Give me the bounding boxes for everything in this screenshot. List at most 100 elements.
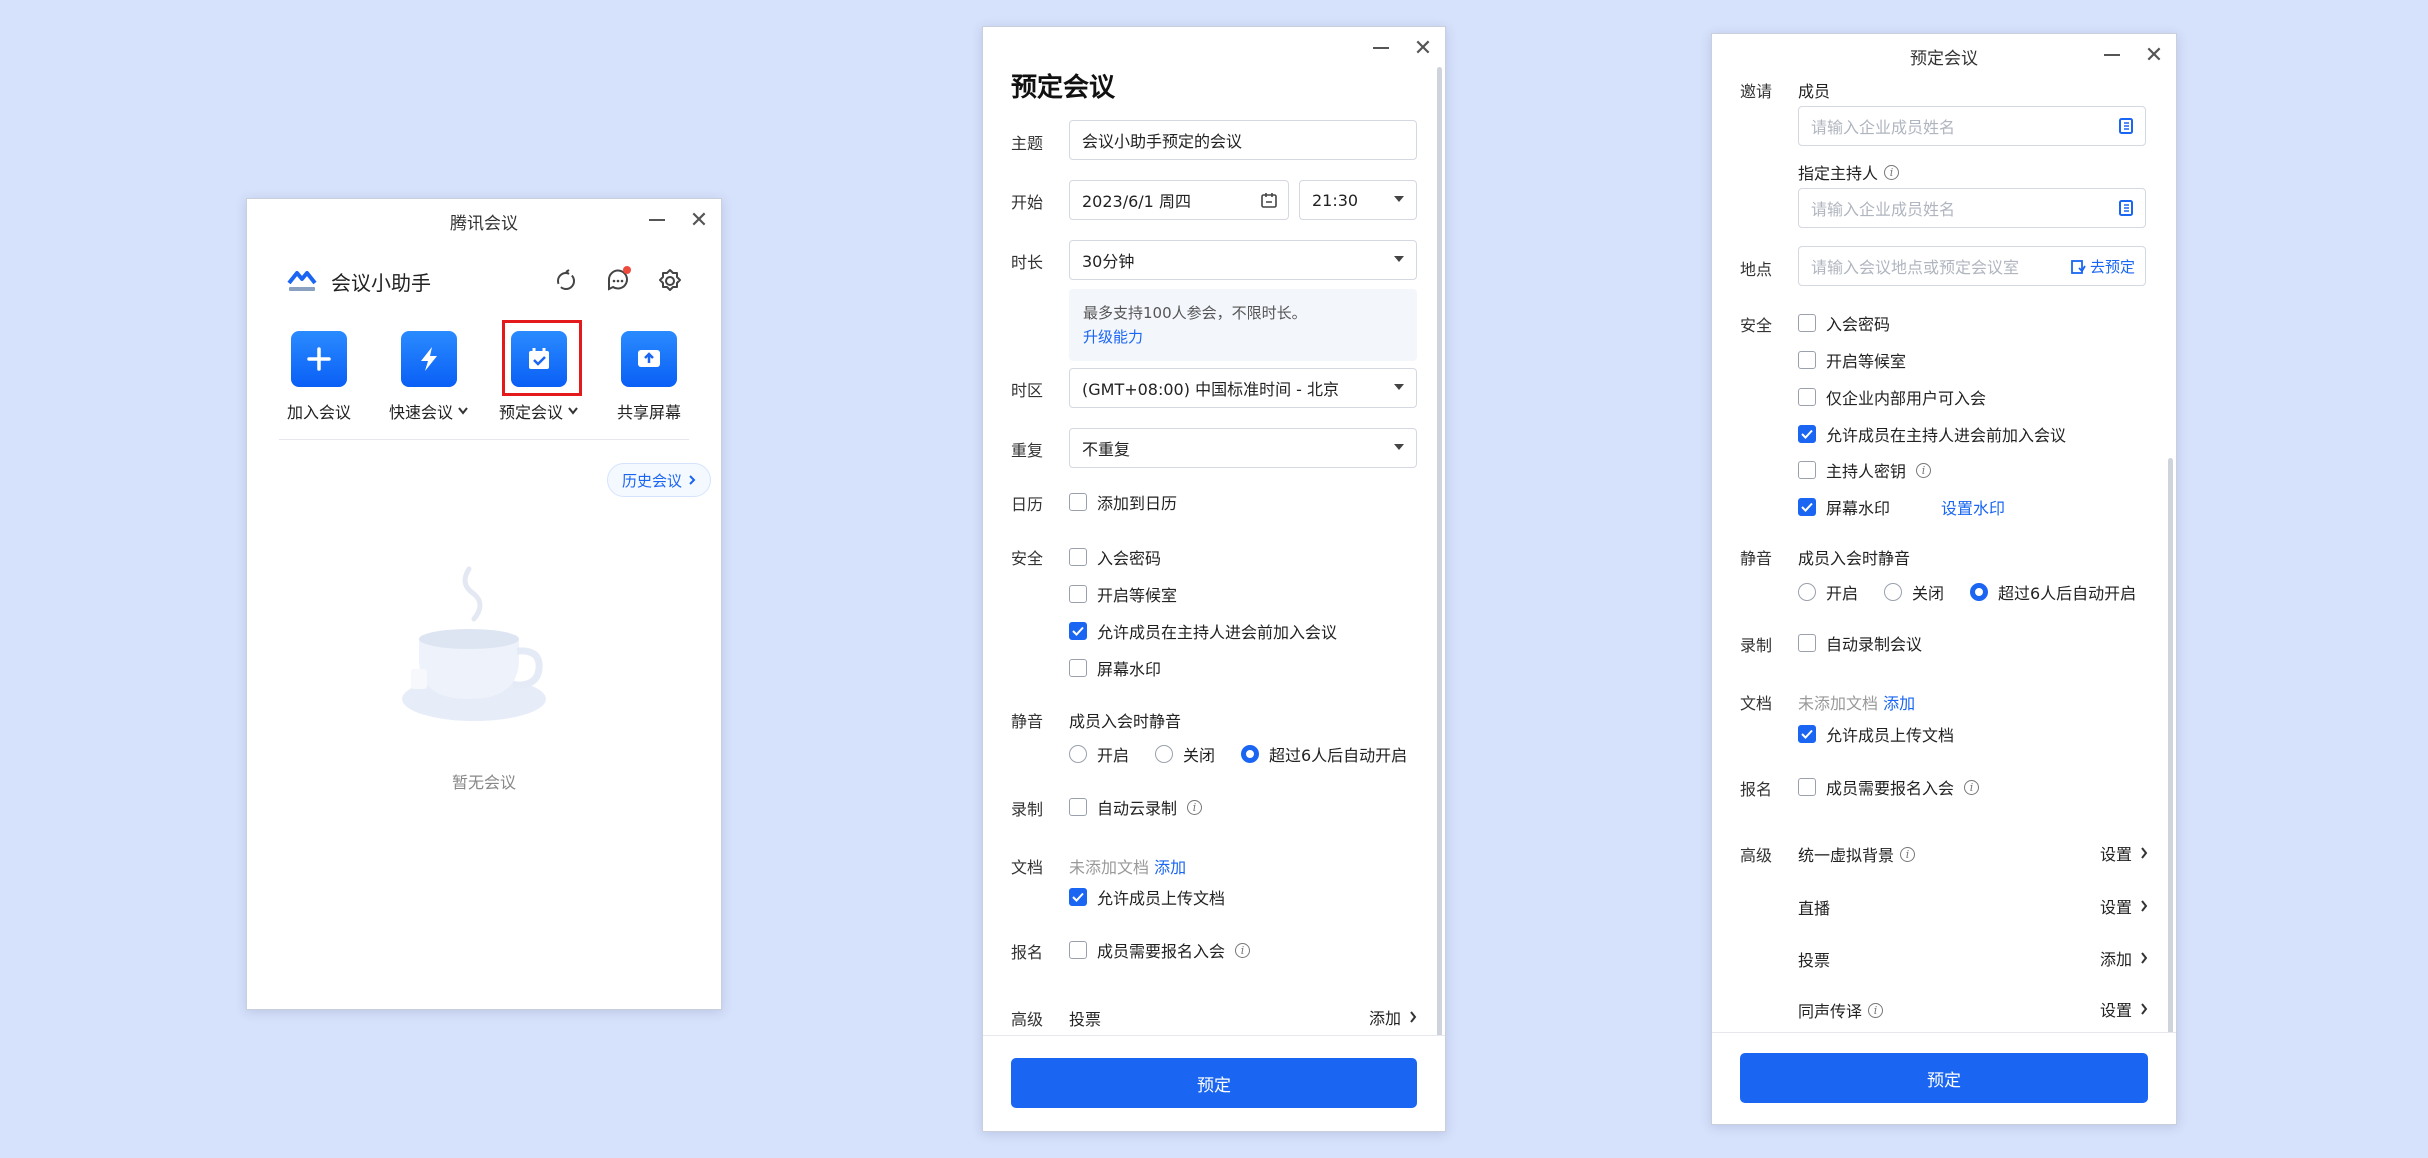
timezone-select[interactable]: (GMT+08:00) 中国标准时间 - 北京 (1069, 368, 1417, 408)
require-signup-checkbox[interactable]: 成员需要报名入会 i (1069, 938, 1251, 962)
require-signup-checkbox[interactable]: 成员需要报名入会 i (1798, 775, 1980, 799)
start-date-picker[interactable]: 2023/6/1 周四 (1069, 180, 1289, 220)
location-input[interactable]: 请输入会议地点或预定会议室 去预定 (1798, 246, 2146, 286)
calendar-label: 日历 (1011, 495, 1044, 514)
info-icon[interactable]: i (1187, 799, 1203, 815)
dropdown-caret-icon (1394, 256, 1404, 262)
watermark-checkbox[interactable]: 屏幕水印 (1798, 495, 1890, 519)
lightning-icon (401, 331, 457, 387)
message-icon[interactable] (603, 266, 633, 296)
contacts-book-icon[interactable] (2117, 117, 2135, 135)
mute-auto-radio[interactable]: 超过6人后自动开启 (1970, 580, 2136, 604)
host-title-row: 指定主持人 i (1798, 160, 1900, 184)
close-button[interactable]: ✕ (2142, 42, 2166, 68)
info-icon[interactable]: i (1235, 942, 1251, 958)
virtual-background-item: 统一虚拟背景 i (1798, 842, 1916, 866)
waiting-room-checkbox[interactable]: 开启等候室 (1798, 348, 1906, 372)
add-document-link[interactable]: 添加 (1883, 694, 1915, 713)
interpretation-settings-button[interactable]: 设置 (2100, 997, 2148, 1021)
scrollbar[interactable] (2168, 458, 2173, 1068)
virtual-background-settings-button[interactable]: 设置 (2100, 841, 2148, 865)
schedule-submit-button[interactable]: 预定 (1011, 1058, 1417, 1108)
join-before-host-checkbox[interactable]: 允许成员在主持人进会前加入会议 (1798, 422, 2066, 446)
start-time-select[interactable]: 21:30 (1299, 180, 1417, 220)
add-document-link[interactable]: 添加 (1154, 858, 1186, 877)
live-stream-item: 直播 (1798, 899, 1831, 918)
auto-cloud-record-text: 自动云录制 (1097, 799, 1178, 818)
scrollbar[interactable] (1437, 67, 1442, 1047)
window-controls: ✕ (645, 207, 711, 233)
close-button[interactable]: ✕ (1411, 35, 1435, 61)
close-button[interactable]: ✕ (687, 207, 711, 233)
internal-only-text: 仅企业内部用户可入会 (1826, 389, 1987, 408)
history-meetings-button[interactable]: 历史会议 (606, 463, 711, 497)
repeat-select[interactable]: 不重复 (1069, 428, 1417, 468)
auto-record-checkbox[interactable]: 自动录制会议 (1798, 631, 1922, 655)
watermark-text: 屏幕水印 (1097, 660, 1162, 679)
quick-actions: 加入会议 快速会议 预定会议 共享屏幕 (267, 331, 701, 423)
location-placeholder: 请输入会议地点或预定会议室 (1811, 258, 2020, 277)
minimize-button[interactable] (645, 207, 669, 233)
check-icon (1069, 888, 1087, 906)
require-signup-text: 成员需要报名入会 (1097, 942, 1226, 961)
mute-auto-radio[interactable]: 超过6人后自动开启 (1241, 742, 1407, 766)
duration-select[interactable]: 30分钟 (1069, 240, 1417, 280)
schedule-submit-button[interactable]: 预定 (1740, 1053, 2148, 1103)
invite-label: 邀请 (1740, 82, 1773, 101)
book-room-button[interactable]: 去预定 (2070, 256, 2135, 277)
chevron-right-icon (1410, 1011, 1417, 1023)
members-input[interactable]: 请输入企业成员姓名 (1798, 106, 2146, 146)
allow-upload-checkbox[interactable]: 允许成员上传文档 (1798, 722, 1954, 746)
share-screen-label: 共享屏幕 (616, 403, 681, 422)
coffee-cup-illustration (399, 559, 549, 729)
poll-add-button[interactable]: 添加 (1369, 1005, 1417, 1029)
subject-input[interactable]: 会议小助手预定的会议 (1069, 120, 1417, 160)
host-key-checkbox[interactable]: 主持人密钥 i (1798, 458, 1932, 482)
allow-upload-checkbox[interactable]: 允许成员上传文档 (1069, 885, 1225, 909)
app-header: 会议小助手 (287, 261, 685, 301)
mute-on-radio[interactable]: 开启 (1069, 742, 1129, 766)
waiting-room-checkbox[interactable]: 开启等候室 (1069, 582, 1177, 606)
upgrade-link[interactable]: 升级能力 (1083, 325, 1403, 349)
join-meeting-action[interactable]: 加入会议 (267, 331, 371, 423)
info-icon[interactable]: i (1868, 1002, 1884, 1018)
password-checkbox[interactable]: 入会密码 (1069, 545, 1161, 569)
poll-add-button[interactable]: 添加 (2100, 946, 2148, 970)
page-title: 预定会议 (1011, 73, 1116, 103)
quick-meeting-action[interactable]: 快速会议 (377, 331, 481, 423)
internal-only-checkbox[interactable]: 仅企业内部用户可入会 (1798, 385, 1986, 409)
password-checkbox[interactable]: 入会密码 (1798, 311, 1890, 335)
info-icon[interactable]: i (1884, 164, 1900, 180)
info-icon[interactable]: i (1916, 462, 1932, 478)
chevron-right-icon (2141, 900, 2148, 912)
mute-title: 成员入会时静音 (1798, 549, 1911, 568)
start-date-value: 2023/6/1 周四 (1082, 192, 1191, 211)
refresh-icon[interactable] (551, 266, 581, 296)
subject-label: 主题 (1011, 134, 1044, 153)
mute-on-radio[interactable]: 开启 (1798, 580, 1858, 604)
poll-add-text: 添加 (1368, 1009, 1401, 1028)
settings-gear-icon[interactable] (655, 266, 685, 296)
mute-off-radio[interactable]: 关闭 (1155, 742, 1215, 766)
info-icon[interactable]: i (1900, 846, 1916, 862)
share-screen-action[interactable]: 共享屏幕 (597, 331, 701, 423)
watermark-settings-link[interactable]: 设置水印 (1941, 495, 2005, 519)
contacts-book-icon[interactable] (2117, 199, 2135, 217)
info-icon[interactable]: i (1964, 779, 1980, 795)
require-signup-text: 成员需要报名入会 (1826, 779, 1955, 798)
add-to-calendar-checkbox[interactable]: 添加到日历 (1069, 490, 1177, 514)
no-documents-text: 未添加文档 (1798, 694, 1879, 713)
highlight-box (502, 320, 582, 396)
auto-cloud-record-checkbox[interactable]: 自动云录制 i (1069, 795, 1203, 819)
minimize-button[interactable] (2100, 42, 2124, 68)
subject-value: 会议小助手预定的会议 (1082, 132, 1243, 151)
documents-label: 文档 (1011, 858, 1044, 877)
watermark-checkbox[interactable]: 屏幕水印 (1069, 656, 1161, 680)
host-input[interactable]: 请输入企业成员姓名 (1798, 188, 2146, 228)
chevron-right-icon (2141, 847, 2148, 859)
mute-off-radio[interactable]: 关闭 (1884, 580, 1944, 604)
minimize-button[interactable] (1369, 35, 1393, 61)
live-stream-settings-button[interactable]: 设置 (2100, 894, 2148, 918)
password-text: 入会密码 (1097, 549, 1162, 568)
join-before-host-checkbox[interactable]: 允许成员在主持人进会前加入会议 (1069, 619, 1337, 643)
